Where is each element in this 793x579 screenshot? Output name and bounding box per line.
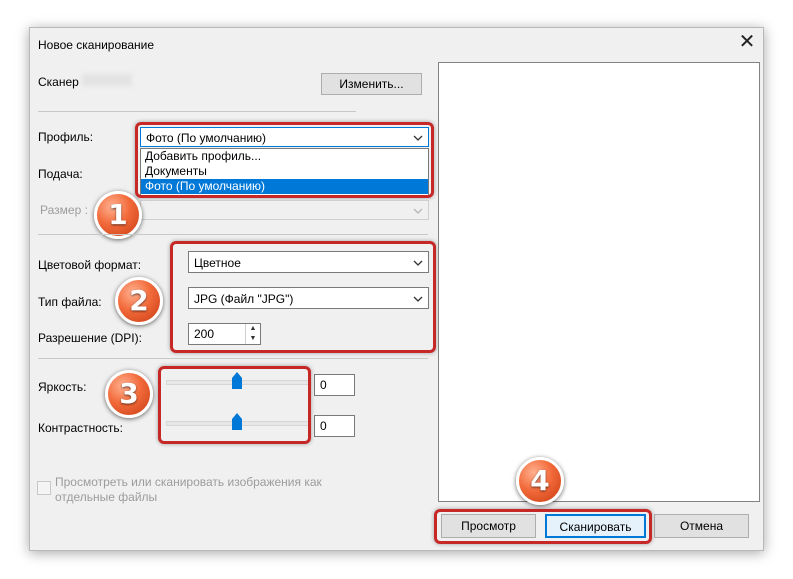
profile-label: Профиль:	[38, 130, 94, 144]
step-badge-4: 4	[516, 457, 564, 505]
file-type-label: Тип файла:	[38, 295, 102, 309]
contrast-label: Контрастность:	[38, 421, 124, 435]
brightness-value: 0	[320, 378, 327, 392]
close-icon[interactable]: ✕	[736, 31, 758, 53]
step-badge-1: 1	[94, 191, 142, 239]
brightness-value-field[interactable]: 0	[314, 374, 355, 396]
step-badge-3: 3	[105, 370, 153, 418]
chevron-down-icon	[412, 201, 424, 221]
scanner-name-blurred	[82, 74, 132, 86]
divider	[38, 358, 428, 359]
size-label: Размер :	[40, 203, 88, 217]
brightness-label: Яркость:	[38, 380, 87, 394]
divider	[38, 234, 428, 235]
highlight-box-1	[135, 122, 434, 198]
cancel-button[interactable]: Отмена	[654, 514, 749, 538]
new-scan-dialog: Новое сканирование ✕ Сканер Изменить... …	[29, 27, 764, 551]
scanner-label: Сканер	[38, 75, 79, 89]
highlight-box-4	[434, 509, 652, 544]
separate-files-label: Просмотреть или сканировать изображения …	[55, 475, 322, 504]
separate-files-checkbox[interactable]	[37, 481, 51, 495]
highlight-box-2	[170, 241, 436, 353]
scan-preview-area	[438, 62, 760, 502]
color-format-label: Цветовой формат:	[38, 258, 142, 272]
source-label: Подача:	[38, 167, 83, 181]
contrast-value: 0	[320, 419, 327, 433]
size-select	[140, 200, 429, 220]
contrast-value-field[interactable]: 0	[314, 415, 355, 437]
divider	[38, 111, 356, 112]
highlight-box-3	[158, 366, 311, 444]
dialog-title: Новое сканирование	[38, 38, 155, 52]
change-scanner-button[interactable]: Изменить...	[321, 73, 422, 95]
resolution-label: Разрешение (DPI):	[38, 331, 142, 345]
step-badge-2: 2	[115, 277, 163, 325]
